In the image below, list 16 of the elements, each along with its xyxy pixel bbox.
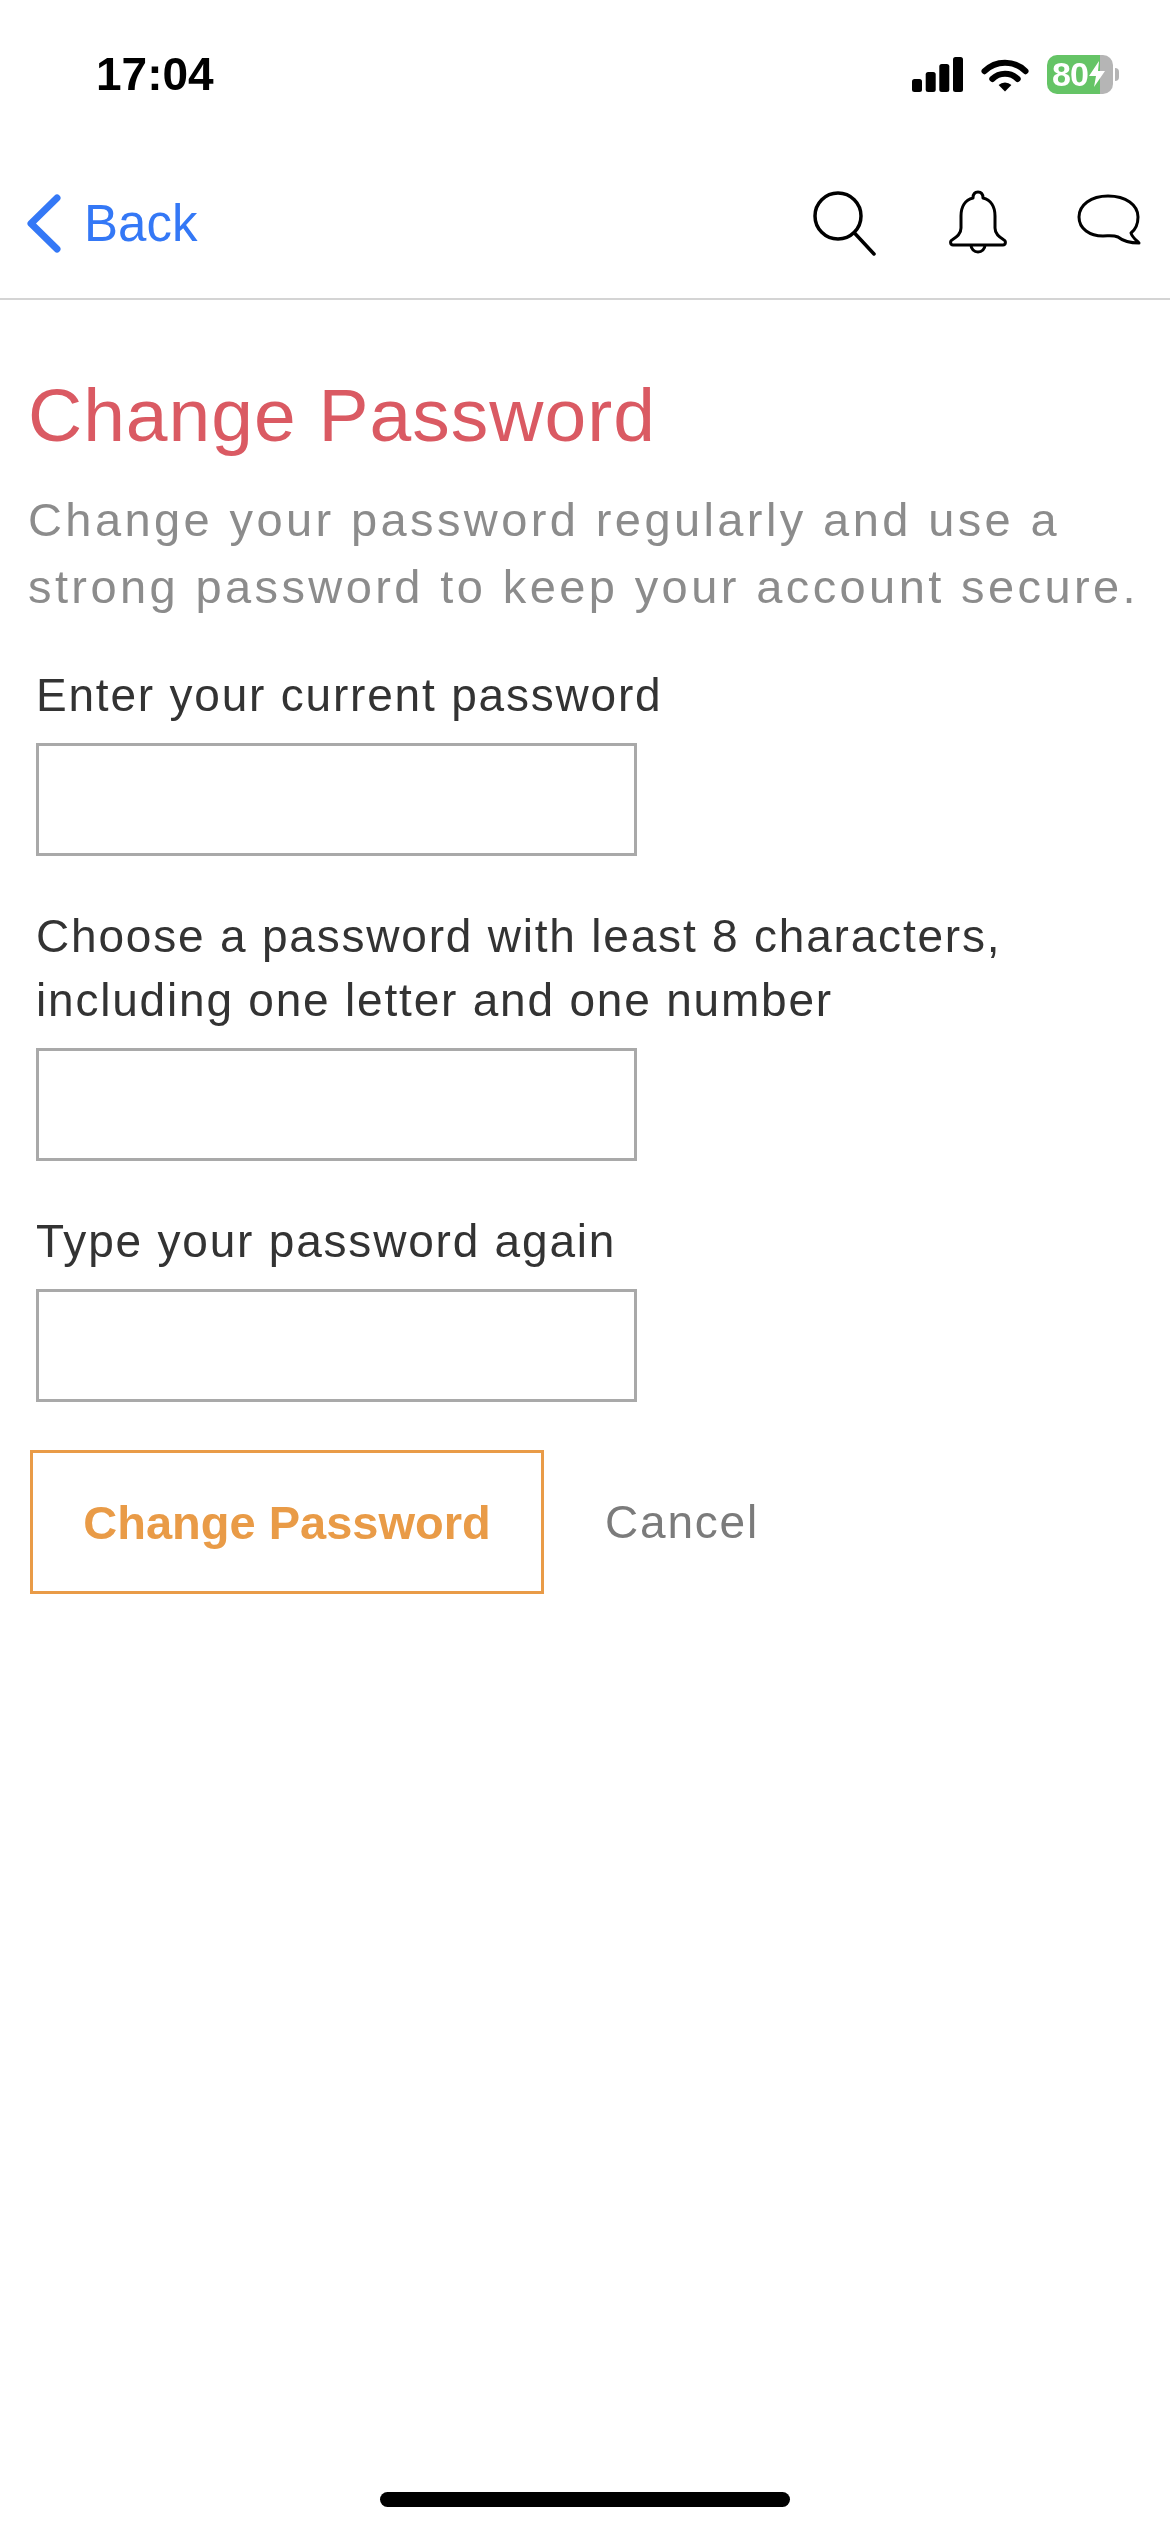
submit-button[interactable]: Change Password <box>30 1450 544 1594</box>
password-field[interactable] <box>36 1289 637 1402</box>
status-time: 17:04 <box>96 51 214 97</box>
back-button[interactable]: Back <box>25 192 198 254</box>
password-field[interactable] <box>36 1048 637 1161</box>
field-label: Enter your current password <box>36 668 663 723</box>
password-field[interactable] <box>36 743 637 856</box>
signal-icon <box>912 56 963 92</box>
chevron-left-icon <box>25 192 62 254</box>
cancel-button[interactable]: Cancel <box>605 1495 759 1549</box>
field-label: Choose a password with least 8 characters, including one letter and one number <box>36 909 1003 1028</box>
page-title: Change Password <box>28 372 657 459</box>
battery-percentage: 80 <box>1052 57 1088 91</box>
field-label: Type your password again <box>36 1214 617 1269</box>
page-description: Change your password regularly and use a strong password to keep your account secure. <box>28 492 1140 615</box>
search-icon[interactable] <box>812 189 876 257</box>
